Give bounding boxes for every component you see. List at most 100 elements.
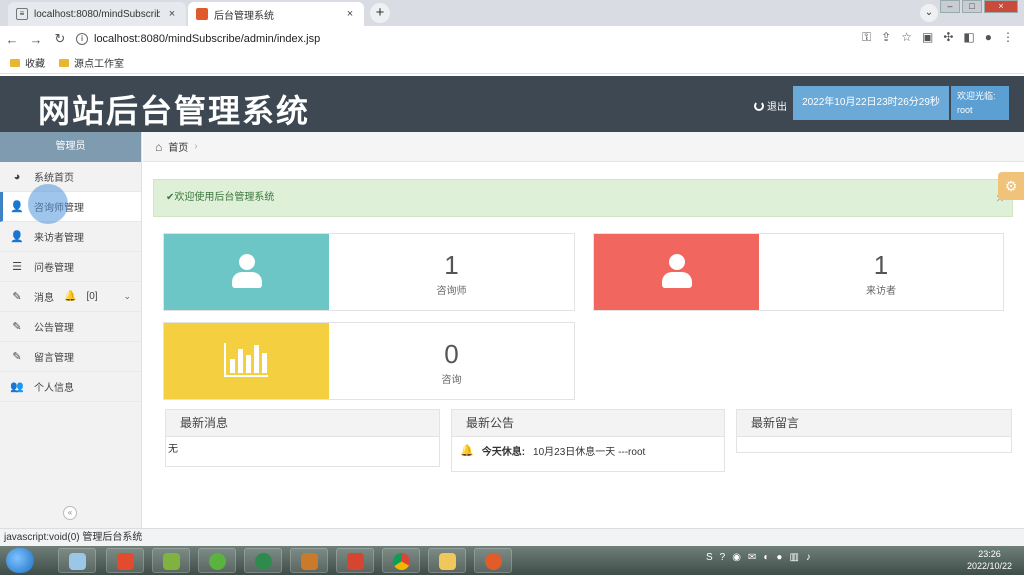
tab-label: localhost:8080/mindSubscrib	[34, 8, 160, 20]
latest-messages-panel: 最新消息 无	[165, 409, 440, 467]
network-icon[interactable]: ▥	[789, 552, 798, 563]
taskbar-app-tool[interactable]	[290, 548, 328, 573]
extension-icon[interactable]: ▣	[922, 30, 933, 45]
sidebar-item-label: 系统首页	[34, 173, 74, 184]
taskbar-app-folder[interactable]	[428, 548, 466, 573]
chevron-down-icon: ⌄	[123, 291, 131, 301]
sidebar-item-counselors[interactable]: 👤 咨询师管理	[0, 192, 141, 222]
edit-icon: ✎	[12, 321, 22, 333]
panel-title: 最新公告	[452, 410, 724, 437]
stat-card-counselors: 1 咨询师	[163, 233, 575, 311]
sidebar-item-visitors[interactable]: 👤 来访者管理	[0, 222, 141, 252]
sidepanel-icon[interactable]: ◧	[963, 30, 974, 45]
taskbar-clock[interactable]: 23:26 2022/10/22	[967, 548, 1012, 572]
sidebar-item-label: 来访者管理	[34, 233, 84, 244]
logout-label: 退出	[767, 102, 787, 113]
new-tab-button[interactable]: +	[370, 3, 390, 23]
collapse-sidebar-icon[interactable]: «	[63, 506, 77, 520]
close-tab-icon[interactable]: ×	[344, 8, 356, 20]
app-header: 网站后台管理系统 退出 2022年10月22日23时26分29秒 欢迎光临: r…	[0, 76, 1024, 132]
app-title: 网站后台管理系统	[38, 92, 311, 130]
welcome-box: 欢迎光临: root	[951, 86, 1009, 120]
taskbar-app-office[interactable]	[106, 548, 144, 573]
maximize-icon[interactable]: □	[962, 0, 982, 13]
stat-icon-box	[594, 234, 759, 310]
sidebar-item-notices[interactable]: ✎ 公告管理	[0, 312, 141, 342]
key-icon[interactable]: ⚿	[862, 30, 871, 45]
sidebar-item-messages[interactable]: ✎ 消息 🔔 [0] ⌄	[0, 282, 141, 312]
forward-icon[interactable]: →	[24, 32, 48, 47]
bookmarks-bar: 收藏 源点工作室	[0, 52, 1024, 74]
taskbar-app-avatar[interactable]	[336, 548, 374, 573]
back-icon[interactable]: ←	[0, 32, 24, 47]
site-info-icon[interactable]: i	[76, 33, 88, 45]
window-controls: – □ ×	[940, 0, 1018, 13]
browser-tab-1[interactable]: ≡ localhost:8080/mindSubscrib ×	[8, 2, 186, 26]
browser-toolbar-icons: ⚿ ⇪ ☆ ▣ ✣ ◧ ● ⋮	[862, 30, 1014, 45]
taskbar-app-green[interactable]	[244, 548, 282, 573]
logout-button[interactable]: 退出	[754, 98, 787, 113]
stat-value: 0	[444, 339, 459, 369]
menu-icon[interactable]: ⋮	[1002, 30, 1014, 45]
stat-value: 1	[444, 250, 459, 280]
app-favicon-icon	[196, 8, 208, 20]
breadcrumb-separator: ›	[194, 141, 198, 152]
bookmark-label: 收藏	[25, 59, 45, 70]
puzzle-icon[interactable]: ✣	[943, 30, 953, 45]
close-tab-icon[interactable]: ×	[166, 8, 178, 20]
volume-icon[interactable]: ♪	[806, 552, 811, 563]
bookmark-item[interactable]: 收藏	[10, 55, 45, 70]
start-button[interactable]	[6, 548, 34, 573]
folder-icon	[10, 58, 20, 67]
user-icon: 👤	[10, 201, 24, 213]
username: root	[957, 105, 973, 115]
stat-label: 咨询	[441, 375, 462, 386]
sidebar-item-dashboard[interactable]: ◕ 系统首页	[0, 162, 141, 192]
tab-search-icon[interactable]: ⌄	[920, 4, 938, 22]
status-bar: javascript:void(0) 管理后台系统	[0, 528, 1024, 546]
bookmark-item[interactable]: 源点工作室	[59, 55, 124, 70]
taskbar-app-recorder[interactable]	[474, 548, 512, 573]
notice-item[interactable]: 🔔 今天休息: 10月23日休息一天 ---root	[452, 437, 724, 464]
stat-card-visitors: 1 来访者	[593, 233, 1004, 311]
person-icon	[662, 254, 692, 290]
url-field[interactable]: i localhost:8080/mindSubscribe/admin/ind…	[76, 33, 796, 45]
stat-value: 1	[873, 250, 889, 280]
stat-icon-box	[164, 323, 329, 399]
settings-gear-icon[interactable]: ⚙	[998, 172, 1024, 200]
close-window-icon[interactable]: ×	[984, 0, 1018, 13]
sidebar-item-profile[interactable]: 👥 个人信息	[0, 372, 141, 402]
browser-tab-2[interactable]: 后台管理系统 ×	[188, 2, 364, 26]
profile-icon[interactable]: ●	[985, 30, 992, 45]
list-icon: ☰	[12, 261, 22, 273]
tray-icon[interactable]: ◉	[732, 552, 741, 563]
minimize-icon[interactable]: –	[940, 0, 960, 13]
url-text: localhost:8080/mindSubscribe/admin/index…	[94, 33, 321, 45]
page-icon: ≡	[16, 8, 28, 20]
tray-icon[interactable]: ✉	[748, 552, 756, 563]
tray-icon[interactable]: ●	[776, 552, 782, 563]
breadcrumb: ⌂ 首页 ›	[143, 132, 1024, 162]
sidebar-item-comments[interactable]: ✎ 留言管理	[0, 342, 141, 372]
message-count-badge: [0]	[86, 291, 98, 302]
bell-icon: 🔔	[460, 445, 474, 457]
taskbar-app-chrome[interactable]	[382, 548, 420, 573]
person-icon	[232, 254, 262, 290]
share-icon[interactable]: ⇪	[881, 30, 891, 45]
help-icon[interactable]: ?	[720, 552, 726, 563]
sidebar-item-questionnaires[interactable]: ☰ 问卷管理	[0, 252, 141, 282]
taskbar-app-explorer[interactable]	[58, 548, 96, 573]
breadcrumb-home[interactable]: 首页	[168, 139, 188, 154]
alert-text: 欢迎使用后台管理系统	[174, 192, 275, 203]
panel-title: 最新留言	[737, 410, 1011, 437]
taskbar-app-360[interactable]	[198, 548, 236, 573]
stat-label: 来访者	[866, 286, 896, 297]
welcome-label: 欢迎光临:	[957, 91, 996, 101]
taskbar-app-editor[interactable]	[152, 548, 190, 573]
tray-icon[interactable]: S	[706, 552, 713, 563]
tray-icon[interactable]: ◐	[763, 552, 769, 563]
reload-icon[interactable]: ↻	[48, 31, 72, 47]
stat-card-consultations: 0 咨询	[163, 322, 575, 400]
star-icon[interactable]: ☆	[901, 30, 912, 45]
browser-tab-strip: ≡ localhost:8080/mindSubscrib × 后台管理系统 ×…	[0, 0, 1024, 26]
